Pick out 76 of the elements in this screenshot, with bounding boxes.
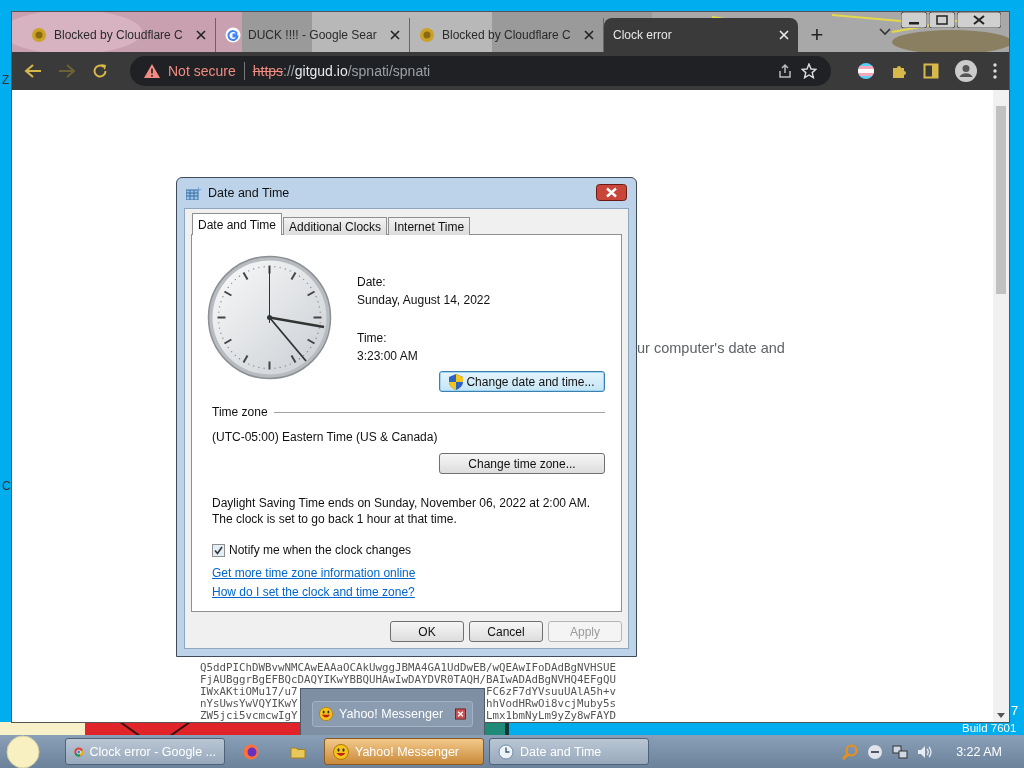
close-icon[interactable] [584, 30, 594, 40]
window-title: Date and Time [208, 186, 290, 200]
reload-icon[interactable] [92, 63, 108, 79]
back-icon[interactable] [24, 63, 42, 79]
network-icon[interactable] [892, 743, 909, 760]
tab[interactable]: Additional Clocks [283, 217, 388, 235]
time-zone-text: (UTC-05:00) Eastern Time (US & Canada) [212, 430, 439, 444]
side-panel-icon[interactable] [923, 63, 939, 79]
google-icon [225, 27, 241, 43]
close-icon[interactable] [957, 12, 1001, 28]
code-text: IWxAKtiOMu17/u7 [200, 686, 298, 698]
security-warning[interactable]: Not secure [168, 63, 236, 79]
code-text: ZW5jci5vcmcwIgY [200, 710, 298, 722]
tab-title: DUCK !!!! - Google Sear [248, 28, 378, 42]
tab-title: Blocked by Cloudflare C [54, 28, 184, 42]
dialog-button[interactable]: OK [390, 621, 464, 642]
close-icon[interactable] [596, 183, 627, 201]
maximize-icon[interactable] [929, 12, 955, 28]
page-text: ur computer's date and [637, 340, 786, 356]
dst-note: Daylight Saving Time ends on Sunday, November 06, 2022 at 2:00 AM. The clock is set to go back 1 hour at that time. [212, 495, 591, 527]
change-date-time-button[interactable]: Change date and time... [439, 371, 605, 392]
calendar-icon [186, 186, 202, 200]
url-text: https://gitgud.io/spnati/spnati [252, 63, 431, 79]
smiley-icon [319, 705, 334, 723]
minimize-icon[interactable] [901, 12, 927, 28]
firefox-icon [243, 743, 259, 760]
desktop-label: C [2, 480, 11, 493]
puzzle-icon[interactable] [891, 63, 907, 79]
scrollbar[interactable] [993, 90, 1009, 722]
tab-title: Clock error [613, 28, 673, 42]
scroll-down-icon[interactable] [997, 713, 1005, 718]
change-time-zone-button[interactable]: Change time zone... [439, 453, 605, 474]
date-value: Sunday, August 14, 2022 [357, 292, 491, 309]
code-text: hhVodHRwOi8vcjMuby5s [486, 698, 617, 710]
profile-icon[interactable] [955, 60, 977, 82]
flag-icon[interactable] [857, 62, 875, 80]
desktop-label: Z [2, 74, 10, 87]
tab[interactable]: Date and Time [192, 213, 283, 235]
dialog-button[interactable]: Cancel [469, 621, 543, 642]
code-text: FC6zF7dYVsuuUAlA5h+v [486, 686, 617, 698]
time-value: 3:23:00 AM [357, 348, 419, 365]
code-text: Lmx1bmNyLm9yZy8wFAYD [486, 710, 617, 722]
date-label: Date: [357, 274, 387, 291]
close-icon[interactable] [196, 30, 206, 40]
checkbox-label: Notify me when the clock changes [229, 543, 412, 557]
browser-tab[interactable]: Clock error [604, 18, 798, 52]
star-icon[interactable] [801, 63, 817, 79]
shield-icon [449, 373, 464, 390]
tab-title: Blocked by Cloudflare C [442, 28, 572, 42]
menu-icon[interactable] [993, 63, 997, 79]
notification-title: Yahoo! Messenger [339, 707, 444, 721]
time-label: Time: [357, 330, 388, 347]
tab[interactable]: Internet Time [388, 217, 471, 235]
code-text: FjAUBggrBgEFBQcDAQYIKwYBBQUHAwIwDAYDVR0TAQH/BAIwADAdBgNVHQ4EFgQU [200, 674, 617, 686]
help-link[interactable]: Get more time zone information online [212, 564, 416, 583]
close-icon[interactable] [390, 30, 400, 40]
desktop-label: Build 7601 [962, 722, 1017, 735]
code-text: nYsUwsYwVQYIKwY [200, 698, 298, 710]
new-tab-button[interactable]: + [804, 18, 830, 52]
address-bar[interactable]: Not secure https://gitgud.io/spnati/spnati [130, 56, 831, 86]
dropdown-icon[interactable] [879, 28, 891, 36]
status-icon[interactable] [867, 743, 884, 760]
desktop-label: 7 [1011, 704, 1019, 717]
checkbox[interactable] [212, 543, 225, 557]
start-orb-icon[interactable] [4, 734, 42, 768]
share-icon[interactable] [777, 63, 793, 79]
smiley-icon [333, 743, 349, 760]
scroll-thumb[interactable] [996, 106, 1006, 294]
warning-icon [144, 64, 160, 78]
close-icon[interactable] [455, 707, 466, 721]
help-link[interactable]: How do I set the clock and time zone? [212, 583, 415, 602]
clock-icon [498, 743, 514, 760]
group-heading: Time zone [212, 405, 268, 419]
code-text: Q5ddPIChDWBvwNMCAwEAAaOCAkUwggJBMA4GA1UdDwEB/wQEAwIFoDAdBgNVHSUE [200, 662, 617, 674]
site-icon [419, 27, 435, 43]
site-icon [31, 27, 47, 43]
